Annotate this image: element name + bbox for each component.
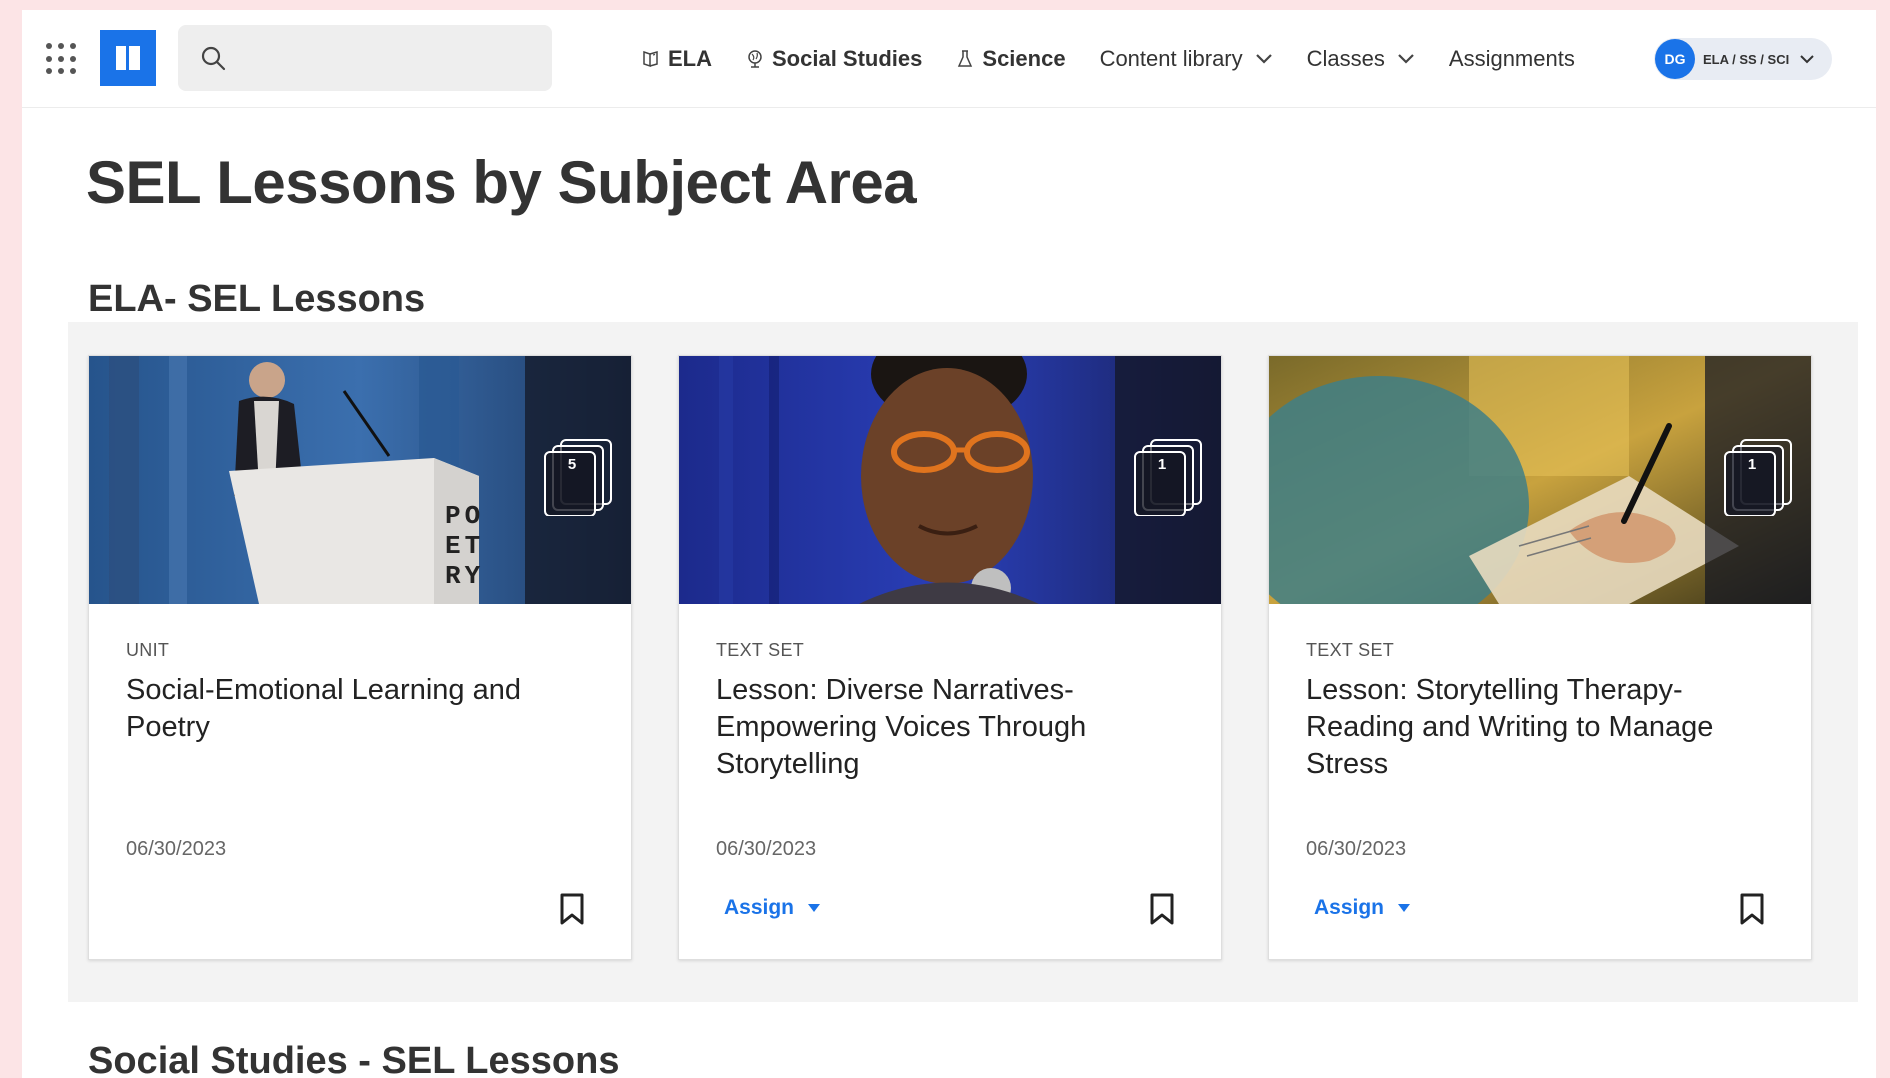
card-title[interactable]: Social-Emotional Learning and Poetry <box>126 672 596 746</box>
app-frame: ELA Social Studies Science Content libra… <box>22 10 1876 1078</box>
user-menu[interactable]: DG ELA / SS / SCI <box>1654 38 1832 80</box>
item-count-overlay: 1 <box>1115 356 1221 604</box>
content-card[interactable]: PO ET RY 5 UNIT Social-Emotional Learnin… <box>88 355 632 960</box>
item-count: 5 <box>567 456 577 473</box>
assign-button[interactable]: Assign <box>724 896 821 920</box>
chevron-down-icon <box>1398 54 1414 64</box>
item-count: 1 <box>1157 456 1167 473</box>
card-date: 06/30/2023 <box>126 838 227 860</box>
nav-science-label: Science <box>982 46 1066 71</box>
globe-icon <box>748 50 762 68</box>
nav-classes[interactable]: Classes <box>1307 46 1415 72</box>
item-count-overlay: 5 <box>525 356 631 604</box>
item-count: 1 <box>1747 456 1757 473</box>
apps-grid-icon[interactable] <box>46 43 78 75</box>
flask-icon <box>958 50 973 67</box>
assign-button[interactable]: Assign <box>1314 896 1411 920</box>
search-input[interactable] <box>240 37 536 79</box>
card-title[interactable]: Lesson: Storytelling Therapy- Reading an… <box>1306 672 1776 783</box>
top-nav-bar: ELA Social Studies Science Content libra… <box>22 10 1876 108</box>
card-image: 1 <box>1269 356 1811 604</box>
nav-ela[interactable]: ELA <box>642 46 712 72</box>
stacked-pages-icon <box>544 439 612 516</box>
item-count-overlay: 1 <box>1705 356 1811 604</box>
main-nav: ELA Social Studies Science Content libra… <box>642 10 1609 108</box>
card-date: 06/30/2023 <box>716 838 817 860</box>
bookmark-icon[interactable] <box>1739 893 1765 925</box>
section-title-ela: ELA- SEL Lessons <box>88 278 426 320</box>
content-card[interactable]: 1 TEXT SET Lesson: Diverse Narratives- E… <box>678 355 1222 960</box>
card-date: 06/30/2023 <box>1306 838 1407 860</box>
chevron-down-icon <box>1255 54 1272 64</box>
user-menu-label: ELA / SS / SCI <box>1703 51 1790 67</box>
bookmark-icon[interactable] <box>559 893 585 925</box>
search-icon <box>201 46 226 71</box>
section-title-social-studies: Social Studies - SEL Lessons <box>88 1040 620 1078</box>
caret-down-icon <box>808 904 821 912</box>
stacked-pages-icon <box>1724 439 1792 516</box>
nav-assignments-label: Assignments <box>1448 46 1575 71</box>
card-type: TEXT SET <box>1306 640 1395 660</box>
avatar: DG <box>1655 39 1695 79</box>
nav-social-studies[interactable]: Social Studies <box>746 46 922 72</box>
content-card[interactable]: 1 TEXT SET Lesson: Storytelling Therapy-… <box>1268 355 1812 960</box>
card-type: UNIT <box>126 640 170 660</box>
stacked-pages-icon <box>1134 439 1202 516</box>
newsela-logo-icon[interactable] <box>100 30 156 86</box>
nav-social-studies-label: Social Studies <box>772 46 923 71</box>
nav-ela-label: ELA <box>668 46 712 71</box>
assign-label: Assign <box>1314 896 1385 919</box>
card-type: TEXT SET <box>716 640 805 660</box>
card-image: PO ET RY 5 <box>89 356 631 604</box>
search-bar[interactable] <box>178 25 552 91</box>
card-title[interactable]: Lesson: Diverse Narratives- Empowering V… <box>716 672 1186 783</box>
nav-content-library[interactable]: Content library <box>1100 46 1273 72</box>
nav-content-library-label: Content library <box>1099 46 1243 71</box>
assign-label: Assign <box>724 896 795 919</box>
card-image: 1 <box>679 356 1221 604</box>
card-image-lettering: PO ET RY <box>445 501 485 591</box>
page-title: SEL Lessons by Subject Area <box>86 149 917 216</box>
nav-science[interactable]: Science <box>956 46 1066 72</box>
book-icon <box>643 50 658 68</box>
bookmark-icon[interactable] <box>1149 893 1175 925</box>
nav-classes-label: Classes <box>1306 46 1385 71</box>
caret-down-icon <box>1398 904 1411 912</box>
nav-assignments[interactable]: Assignments <box>1449 46 1575 72</box>
chevron-down-icon <box>1800 55 1814 64</box>
